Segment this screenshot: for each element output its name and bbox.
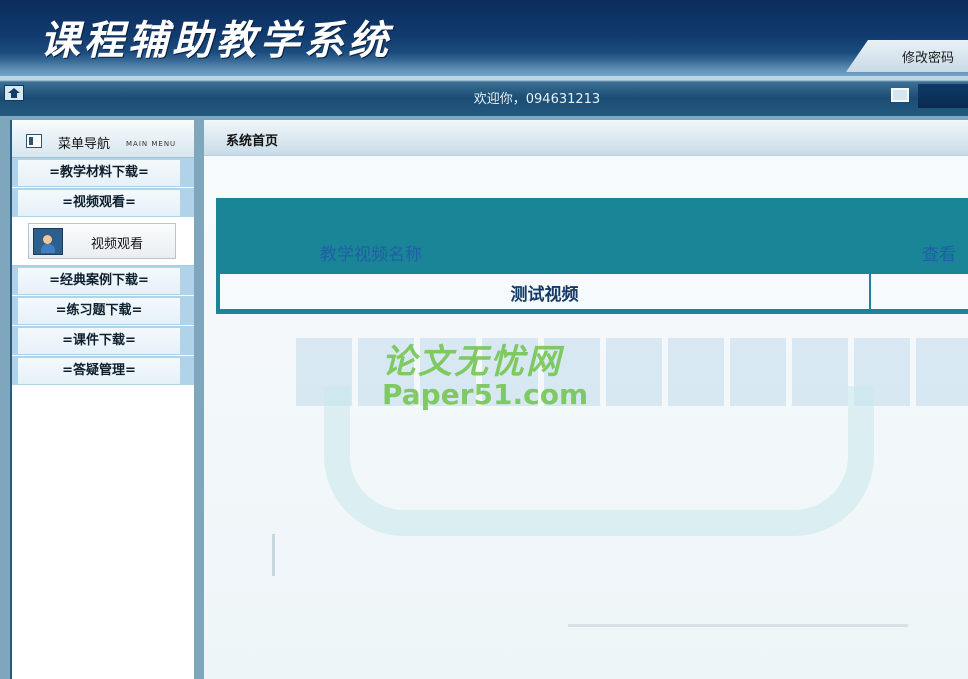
- main-content: 系统首页 教学视频名称 查看 测试视频 论文无忧网 Paper51.com: [204, 120, 968, 679]
- video-name-cell[interactable]: 测试视频: [220, 280, 869, 305]
- sidebar-item-label[interactable]: =课件下载=: [18, 328, 180, 354]
- content-body: 教学视频名称 查看 测试视频 论文无忧网 Paper51.com: [204, 156, 968, 679]
- sidebar-item-courseware[interactable]: =课件下载=: [12, 326, 194, 356]
- user-video-icon: [33, 228, 63, 255]
- divider: [568, 624, 908, 627]
- sidebar-item-label[interactable]: =答疑管理=: [18, 358, 180, 384]
- change-password-label[interactable]: 修改密码: [902, 47, 954, 66]
- welcome-bar: 欢迎你，094631213: [0, 76, 968, 116]
- sidebar-header: 菜单导航 MAIN MENU: [12, 120, 194, 158]
- menu-icon: [26, 134, 42, 148]
- sidebar-item-label[interactable]: =经典案例下载=: [18, 268, 180, 294]
- column-header-view: 查看: [922, 245, 956, 265]
- app-title: 课程辅助教学系统: [40, 17, 392, 64]
- sidebar-title: 菜单导航: [58, 137, 111, 152]
- welcome-text: 欢迎你，094631213: [473, 92, 601, 107]
- sidebar-item-materials[interactable]: =教学材料下载=: [12, 158, 194, 188]
- sidebar-subitem-area: 视频观看: [12, 218, 194, 266]
- sidebar-item-label[interactable]: =视频观看=: [18, 190, 180, 216]
- sidebar-item-video[interactable]: =视频观看=: [12, 188, 194, 218]
- video-watch-button[interactable]: 视频观看: [28, 223, 176, 259]
- sidebar-item-label[interactable]: =教学材料下载=: [18, 160, 180, 186]
- sidebar-item-label[interactable]: =练习题下载=: [18, 298, 180, 324]
- page-title: 系统首页: [226, 134, 279, 149]
- video-watch-label[interactable]: 视频观看: [91, 233, 143, 252]
- change-password-tab[interactable]: 修改密码: [846, 40, 968, 72]
- divider: [272, 534, 275, 576]
- content-header: 系统首页: [204, 120, 968, 156]
- watermark-text: 论文无忧网: [382, 342, 562, 382]
- sidebar-item-cases[interactable]: =经典案例下载=: [12, 266, 194, 296]
- header-banner: 课程辅助教学系统 修改密码: [0, 0, 968, 76]
- sidebar-subtitle: MAIN MENU: [126, 140, 177, 148]
- column-header-video-name: 教学视频名称: [320, 245, 422, 265]
- cell-divider: [869, 274, 871, 309]
- video-table: 教学视频名称 查看 测试视频: [216, 198, 968, 314]
- watermark-url: Paper51.com: [382, 378, 589, 411]
- sidebar-item-exercises[interactable]: =练习题下载=: [12, 296, 194, 326]
- table-row[interactable]: 测试视频: [220, 274, 968, 309]
- right-tab: [918, 84, 968, 108]
- sidebar-item-qa[interactable]: =答疑管理=: [12, 356, 194, 386]
- sidebar: 菜单导航 MAIN MENU =教学材料下载= =视频观看= 视频观看 =经典案…: [10, 120, 194, 679]
- monitor-icon[interactable]: [891, 88, 909, 102]
